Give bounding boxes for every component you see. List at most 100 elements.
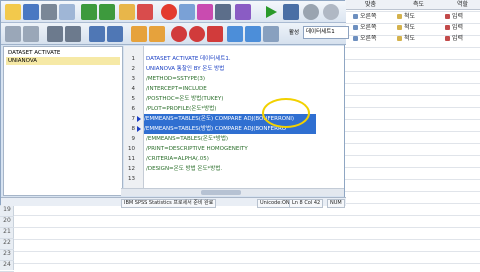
cell-text: 척도	[404, 24, 416, 31]
code-line[interactable]: /INTERCEPT=INCLUDE	[146, 84, 207, 94]
breakpoint-icon[interactable]	[131, 26, 147, 42]
cell-text: 입력	[452, 13, 464, 20]
bookmark-icon[interactable]	[89, 26, 105, 42]
align-right-icon	[353, 25, 358, 30]
input-role-icon	[445, 14, 450, 19]
dataset-dropdown[interactable]: 데이터세트1	[303, 26, 349, 39]
code-line[interactable]: UNIANOVA 통찰인 BY 온도 방법	[146, 64, 224, 74]
line-number: 13	[128, 176, 135, 182]
line-number: 4	[131, 86, 136, 92]
open-folder-icon[interactable]	[5, 4, 21, 20]
execution-pointer-icon	[137, 126, 141, 132]
code-line[interactable]: /CRITERIA=ALPHA(.05)	[146, 154, 209, 164]
scale-icon	[397, 14, 402, 19]
cell-text: 오른쪽	[360, 35, 377, 42]
line-number: 12	[128, 166, 135, 172]
variables-icon[interactable]	[137, 4, 153, 20]
line-number: 11	[128, 156, 135, 162]
status-bar: IBM SPSS Statistics 프로세서 준비 완료 Unicode:O…	[1, 197, 346, 208]
nav-item-unianova[interactable]: UNIANOVA	[6, 57, 120, 65]
column-header-measure[interactable]: 측도	[413, 0, 424, 10]
cell-text: 오른쪽	[360, 13, 377, 20]
cursor-position: Ln 8 Col 42	[289, 199, 324, 208]
column-header-align[interactable]: 맞춤	[365, 0, 376, 10]
active-label: 활성	[289, 30, 300, 36]
nav-item-dataset-activate[interactable]: DATASET ACTIVATE	[6, 49, 120, 57]
cell-text: 척도	[404, 13, 416, 20]
undo-icon[interactable]	[81, 4, 97, 20]
syntax-navigator: DATASET ACTIVATE UNIANOVA	[3, 46, 123, 196]
replace-icon[interactable]	[245, 26, 261, 42]
data-view-row[interactable]: 오른쪽 척도 입력	[345, 33, 480, 44]
grid-icon[interactable]	[179, 4, 195, 20]
code-line[interactable]: /METHOD=SSTYPE(3)	[146, 74, 205, 84]
line-number-gutter: 1 2 3 4 5 6 7 8 9 10 11 12 13	[124, 46, 144, 196]
line-number: 2	[131, 66, 136, 72]
align-right-icon	[353, 14, 358, 19]
column-header-role[interactable]: 역할	[457, 0, 468, 10]
data-view-row[interactable]: 오른쪽 척도 입력	[345, 11, 480, 22]
indent-icon[interactable]	[5, 26, 21, 42]
comment-icon[interactable]	[47, 26, 63, 42]
code-line[interactable]: /POSTHOC=온도 방법(TUKEY)	[146, 94, 223, 104]
line-number: 9	[131, 136, 136, 142]
num-lock-status: NUM	[327, 199, 345, 208]
code-line[interactable]: /DESIGN=온도 방법 온도*방법.	[146, 164, 222, 174]
search-icon[interactable]	[227, 26, 243, 42]
scale-icon	[397, 36, 402, 41]
line-number: 5	[131, 96, 136, 102]
line-number: 8	[131, 126, 136, 132]
save-icon[interactable]	[23, 4, 39, 20]
code-line[interactable]: /PRINT=DESCRIPTIVE HOMOGENEITY	[146, 144, 248, 154]
run-icon[interactable]	[263, 4, 279, 20]
cell-text: 오른쪽	[360, 24, 377, 31]
row-number[interactable]: 24	[0, 259, 14, 272]
cell-text: 입력	[452, 35, 464, 42]
custom-dialog-icon[interactable]	[235, 4, 251, 20]
scroll-thumb[interactable]	[201, 190, 241, 195]
format-icon[interactable]	[263, 26, 279, 42]
execution-pointer-icon	[137, 116, 141, 122]
cell-text: 척도	[404, 35, 416, 42]
run-selection-icon[interactable]	[171, 26, 187, 42]
data-view-rows: 오른쪽 척도 입력 오른쪽 척도 입력 오른쪽 척도 입력	[345, 11, 480, 47]
line-number: 3	[131, 76, 136, 82]
syntax-editor-pane[interactable]: DATASET ACTIVATE 데이터세트1. UNIANOVA 통찰인 BY …	[144, 46, 344, 196]
dialog-recall-icon[interactable]	[59, 4, 75, 20]
record-icon[interactable]	[161, 4, 177, 20]
align-right-icon	[353, 36, 358, 41]
redo-icon[interactable]	[99, 4, 115, 20]
line-number: 6	[131, 106, 136, 112]
highlight-circle	[262, 98, 310, 128]
code-line[interactable]: /PLOT=PROFILE(온도*방법)	[146, 104, 216, 114]
code-line[interactable]: DATASET ACTIVATE 데이터세트1.	[146, 54, 231, 64]
line-number: 7	[131, 116, 136, 122]
uncomment-icon[interactable]	[65, 26, 81, 42]
value-labels-icon[interactable]	[215, 4, 231, 20]
scale-icon	[397, 25, 402, 30]
data-view-header: 맞춤 측도 역할	[345, 0, 480, 10]
help-icon[interactable]	[323, 4, 339, 20]
cell-text: 입력	[452, 24, 464, 31]
print-icon[interactable]	[41, 4, 57, 20]
stop-icon[interactable]	[303, 4, 319, 20]
syntax-toolbar: 활성 데이터세트1	[1, 23, 349, 45]
goto-case-icon[interactable]	[119, 4, 135, 20]
processor-status: IBM SPSS Statistics 프로세서 준비 완료	[121, 199, 217, 208]
outdent-icon[interactable]	[23, 26, 39, 42]
step-icon[interactable]	[283, 4, 299, 20]
clear-breakpoints-icon[interactable]	[149, 26, 165, 42]
code-line[interactable]: /EMMEANS=TABLES(온도*방법)	[146, 134, 228, 144]
validate-icon[interactable]	[189, 26, 205, 42]
chart-builder-icon[interactable]	[197, 4, 213, 20]
line-number: 1	[131, 56, 136, 62]
check-icon[interactable]	[207, 26, 223, 42]
input-role-icon	[445, 25, 450, 30]
syntax-editor-window: 활성 데이터세트1 DATASET ACTIVATE UNIANOVA 1234…	[0, 0, 349, 208]
main-toolbar	[1, 1, 346, 23]
data-view-row[interactable]: 오른쪽 척도 입력	[345, 22, 480, 33]
next-bookmark-icon[interactable]	[107, 26, 123, 42]
unicode-status: Unicode:ON	[257, 199, 293, 208]
horizontal-scrollbar[interactable]	[121, 188, 344, 196]
line-number: 10	[128, 146, 135, 152]
